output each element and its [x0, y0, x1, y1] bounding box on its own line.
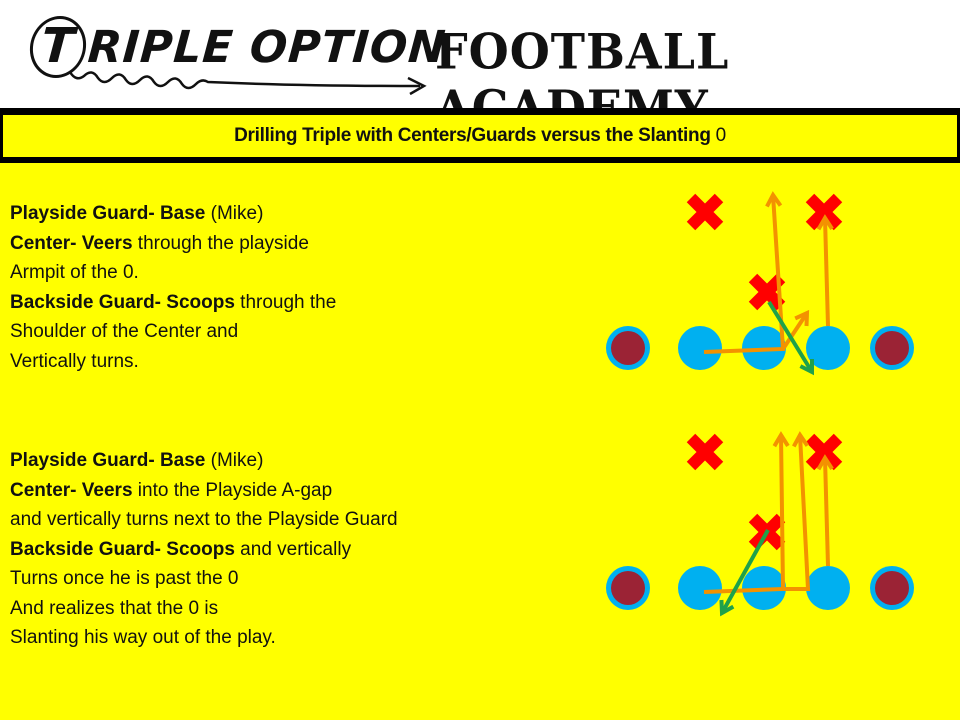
playside-guard-path [823, 457, 830, 567]
diagram-veer-a-gap [606, 431, 914, 617]
offensive-tackle-center [611, 331, 645, 365]
defender-linebacker-left [686, 433, 724, 471]
guard-player [678, 326, 722, 370]
guard-player [678, 566, 722, 610]
center-path [783, 434, 811, 591]
offensive-tackle-center [875, 331, 909, 365]
diagram-veer-armpit [606, 191, 914, 376]
offensive-tackle-center [875, 571, 909, 605]
guard-player [806, 566, 850, 610]
play-diagrams [606, 191, 914, 617]
offensive-tackle-center [611, 571, 645, 605]
defender-linebacker-left [686, 193, 724, 231]
playside-guard-path [823, 217, 830, 327]
